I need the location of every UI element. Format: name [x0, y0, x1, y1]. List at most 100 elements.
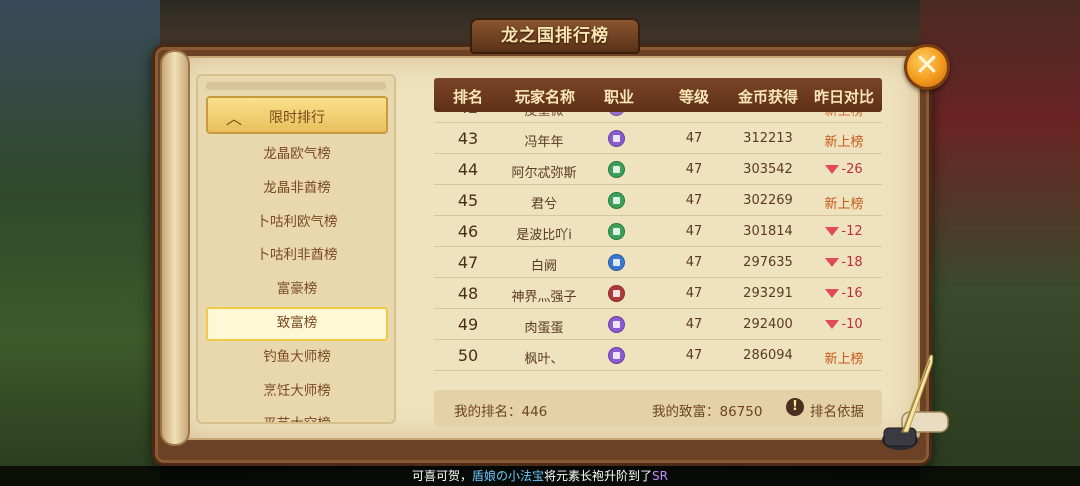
- my-rank-text: 我的排名：446: [454, 404, 548, 420]
- announcement-bar: 可喜可贺，盾娘の小法宝将元素长袍升阶到了SR: [0, 466, 1080, 486]
- player-name-cell: 白阙: [530, 259, 557, 274]
- level-cell: 47: [685, 224, 703, 239]
- gold-cell: 297635: [743, 255, 793, 270]
- job-cell: [608, 112, 628, 116]
- compare-cell: -26: [812, 162, 876, 177]
- level-cell: 47: [685, 193, 703, 208]
- level-cell: 47: [685, 317, 703, 332]
- gold-cell: 302269: [743, 193, 793, 208]
- compare-value: -12: [841, 224, 863, 239]
- header-job: 职业: [603, 88, 634, 106]
- my-wealth-text: 我的致富：86750: [652, 404, 763, 420]
- header-level: 等级: [678, 88, 709, 106]
- arrow-down-icon: [825, 165, 840, 174]
- job-cell: [608, 130, 628, 147]
- green-leaf-icon: [608, 161, 625, 178]
- scroll-roll-decoration: [160, 50, 190, 446]
- background-left: [0, 0, 160, 486]
- job-cell: [608, 254, 628, 271]
- announcement-grade: SR: [652, 469, 668, 483]
- compare-value: 新上榜: [824, 197, 864, 212]
- compare-cell: 新上榜: [812, 348, 876, 367]
- category-panel: ︿ 限时排行 龙晶欧气榜 龙晶非酋榜 卜咕利欧气榜 卜咕利非酋榜 富豪榜 致富榜 钓鱼大师榜…: [196, 74, 396, 424]
- rank-cell: 46: [457, 222, 479, 241]
- header-compare: 昨日对比: [813, 88, 874, 106]
- rank-cell: 48: [457, 284, 479, 303]
- level-cell: 47: [674, 112, 714, 115]
- category-group-header[interactable]: ︿ 限时排行: [206, 96, 388, 134]
- purple-butterfly-icon: [608, 316, 625, 333]
- compare-cell: -18: [812, 255, 876, 270]
- rank-cell: 42: [446, 112, 490, 117]
- arrow-down-icon: [825, 227, 840, 236]
- table-header: 排名 玩家名称 职业 等级 金币获得 昨日对比: [434, 78, 882, 112]
- category-item[interactable]: 卜咕利非酋榜: [206, 239, 388, 273]
- ranking-basis-link[interactable]: 排名依据: [810, 400, 864, 420]
- compare-cell: -16: [812, 286, 876, 301]
- header-name: 玩家名称: [514, 88, 575, 106]
- announcement-prefix: 可喜可贺，: [411, 469, 472, 483]
- purple-butterfly-icon: [608, 130, 625, 147]
- compare-value: 新上榜: [824, 112, 863, 119]
- table-row[interactable]: 42 皮重微 47 313670 新上榜: [434, 112, 882, 123]
- compare-value: 新上榜: [824, 352, 864, 367]
- compare-value: -10: [841, 317, 863, 332]
- category-item[interactable]: 龙晶欧气榜: [206, 138, 388, 172]
- compare-value: -26: [841, 162, 863, 177]
- table-row[interactable]: 46 是波比吖i 47 301814 -12: [434, 216, 882, 247]
- purple-butterfly-icon: [608, 347, 625, 364]
- table-row[interactable]: 43 冯年年 47 312213 新上榜: [434, 123, 882, 154]
- compare-cell: 新上榜: [812, 193, 876, 212]
- gold-cell: 286094: [743, 348, 793, 363]
- quill-ink-decoration: [882, 354, 949, 450]
- compare-cell: -12: [812, 224, 876, 239]
- info-icon[interactable]: !: [786, 398, 804, 416]
- player-name-cell: 皮重微: [494, 112, 594, 119]
- job-cell: [608, 285, 628, 302]
- gold-cell: 303542: [743, 162, 793, 177]
- window-title: 龙之国排行榜: [470, 18, 640, 54]
- compare-cell: -10: [812, 317, 876, 332]
- compare-cell: 新上榜: [812, 112, 876, 119]
- header-gold: 金币获得: [737, 88, 798, 106]
- category-item[interactable]: 龙晶非酋榜: [206, 172, 388, 206]
- table-row[interactable]: 48 神界灬强子 47 293291 -16: [434, 278, 882, 309]
- category-item[interactable]: 钓鱼大师榜: [206, 341, 388, 375]
- arrow-down-icon: [825, 289, 840, 298]
- ranking-table[interactable]: 42皮重微47313670新上榜43冯年年47312213新上榜44阿尔忒弥斯4…: [434, 112, 882, 382]
- category-item[interactable]: 烹饪大师榜: [206, 375, 388, 409]
- header-rank: 排名: [452, 88, 483, 106]
- gold-cell: 301814: [743, 224, 793, 239]
- arrow-down-icon: [825, 320, 840, 329]
- job-cell: [608, 161, 628, 178]
- category-item[interactable]: 卜咕利欧气榜: [206, 206, 388, 240]
- compare-value: -16: [841, 286, 863, 301]
- category-item[interactable]: 致富榜: [206, 306, 388, 341]
- job-cell: [608, 347, 628, 364]
- player-name-cell: 阿尔忒弥斯: [511, 166, 577, 181]
- compare-cell: 新上榜: [812, 131, 876, 150]
- gold-cell: 312213: [743, 131, 793, 146]
- announcement-player[interactable]: 盾娘の小法宝: [472, 469, 544, 483]
- player-name-cell: 肉蛋蛋: [524, 321, 564, 336]
- rank-cell: 47: [457, 253, 479, 272]
- player-name-cell: 是波比吖i: [516, 228, 572, 243]
- table-row[interactable]: 44 阿尔忒弥斯 47 303542 -26: [434, 154, 882, 185]
- level-cell: 47: [685, 131, 703, 146]
- close-button[interactable]: ✕: [904, 44, 950, 90]
- rank-cell: 45: [457, 191, 479, 210]
- arrow-down-icon: [825, 258, 840, 267]
- table-row[interactable]: 50 枫叶、 47 286094 新上榜: [434, 340, 882, 371]
- category-list: 龙晶欧气榜龙晶非酋榜卜咕利欧气榜卜咕利非酋榜富豪榜致富榜钓鱼大师榜烹饪大师榜平艺…: [206, 138, 388, 422]
- table-row[interactable]: 47 白阙 47 297635 -18: [434, 247, 882, 278]
- table-row[interactable]: 45 君兮 47 302269 新上榜: [434, 185, 882, 216]
- level-cell: 47: [685, 162, 703, 177]
- category-item[interactable]: 富豪榜: [206, 273, 388, 307]
- compare-value: -18: [841, 255, 863, 270]
- level-cell: 47: [685, 348, 703, 363]
- green-leaf-icon: [608, 223, 625, 240]
- level-cell: 47: [685, 255, 703, 270]
- category-item[interactable]: 平艺大空榜: [206, 408, 388, 422]
- announcement-middle: 将元素长袍升阶到了: [544, 469, 653, 483]
- table-row[interactable]: 49 肉蛋蛋 47 292400 -10: [434, 309, 882, 340]
